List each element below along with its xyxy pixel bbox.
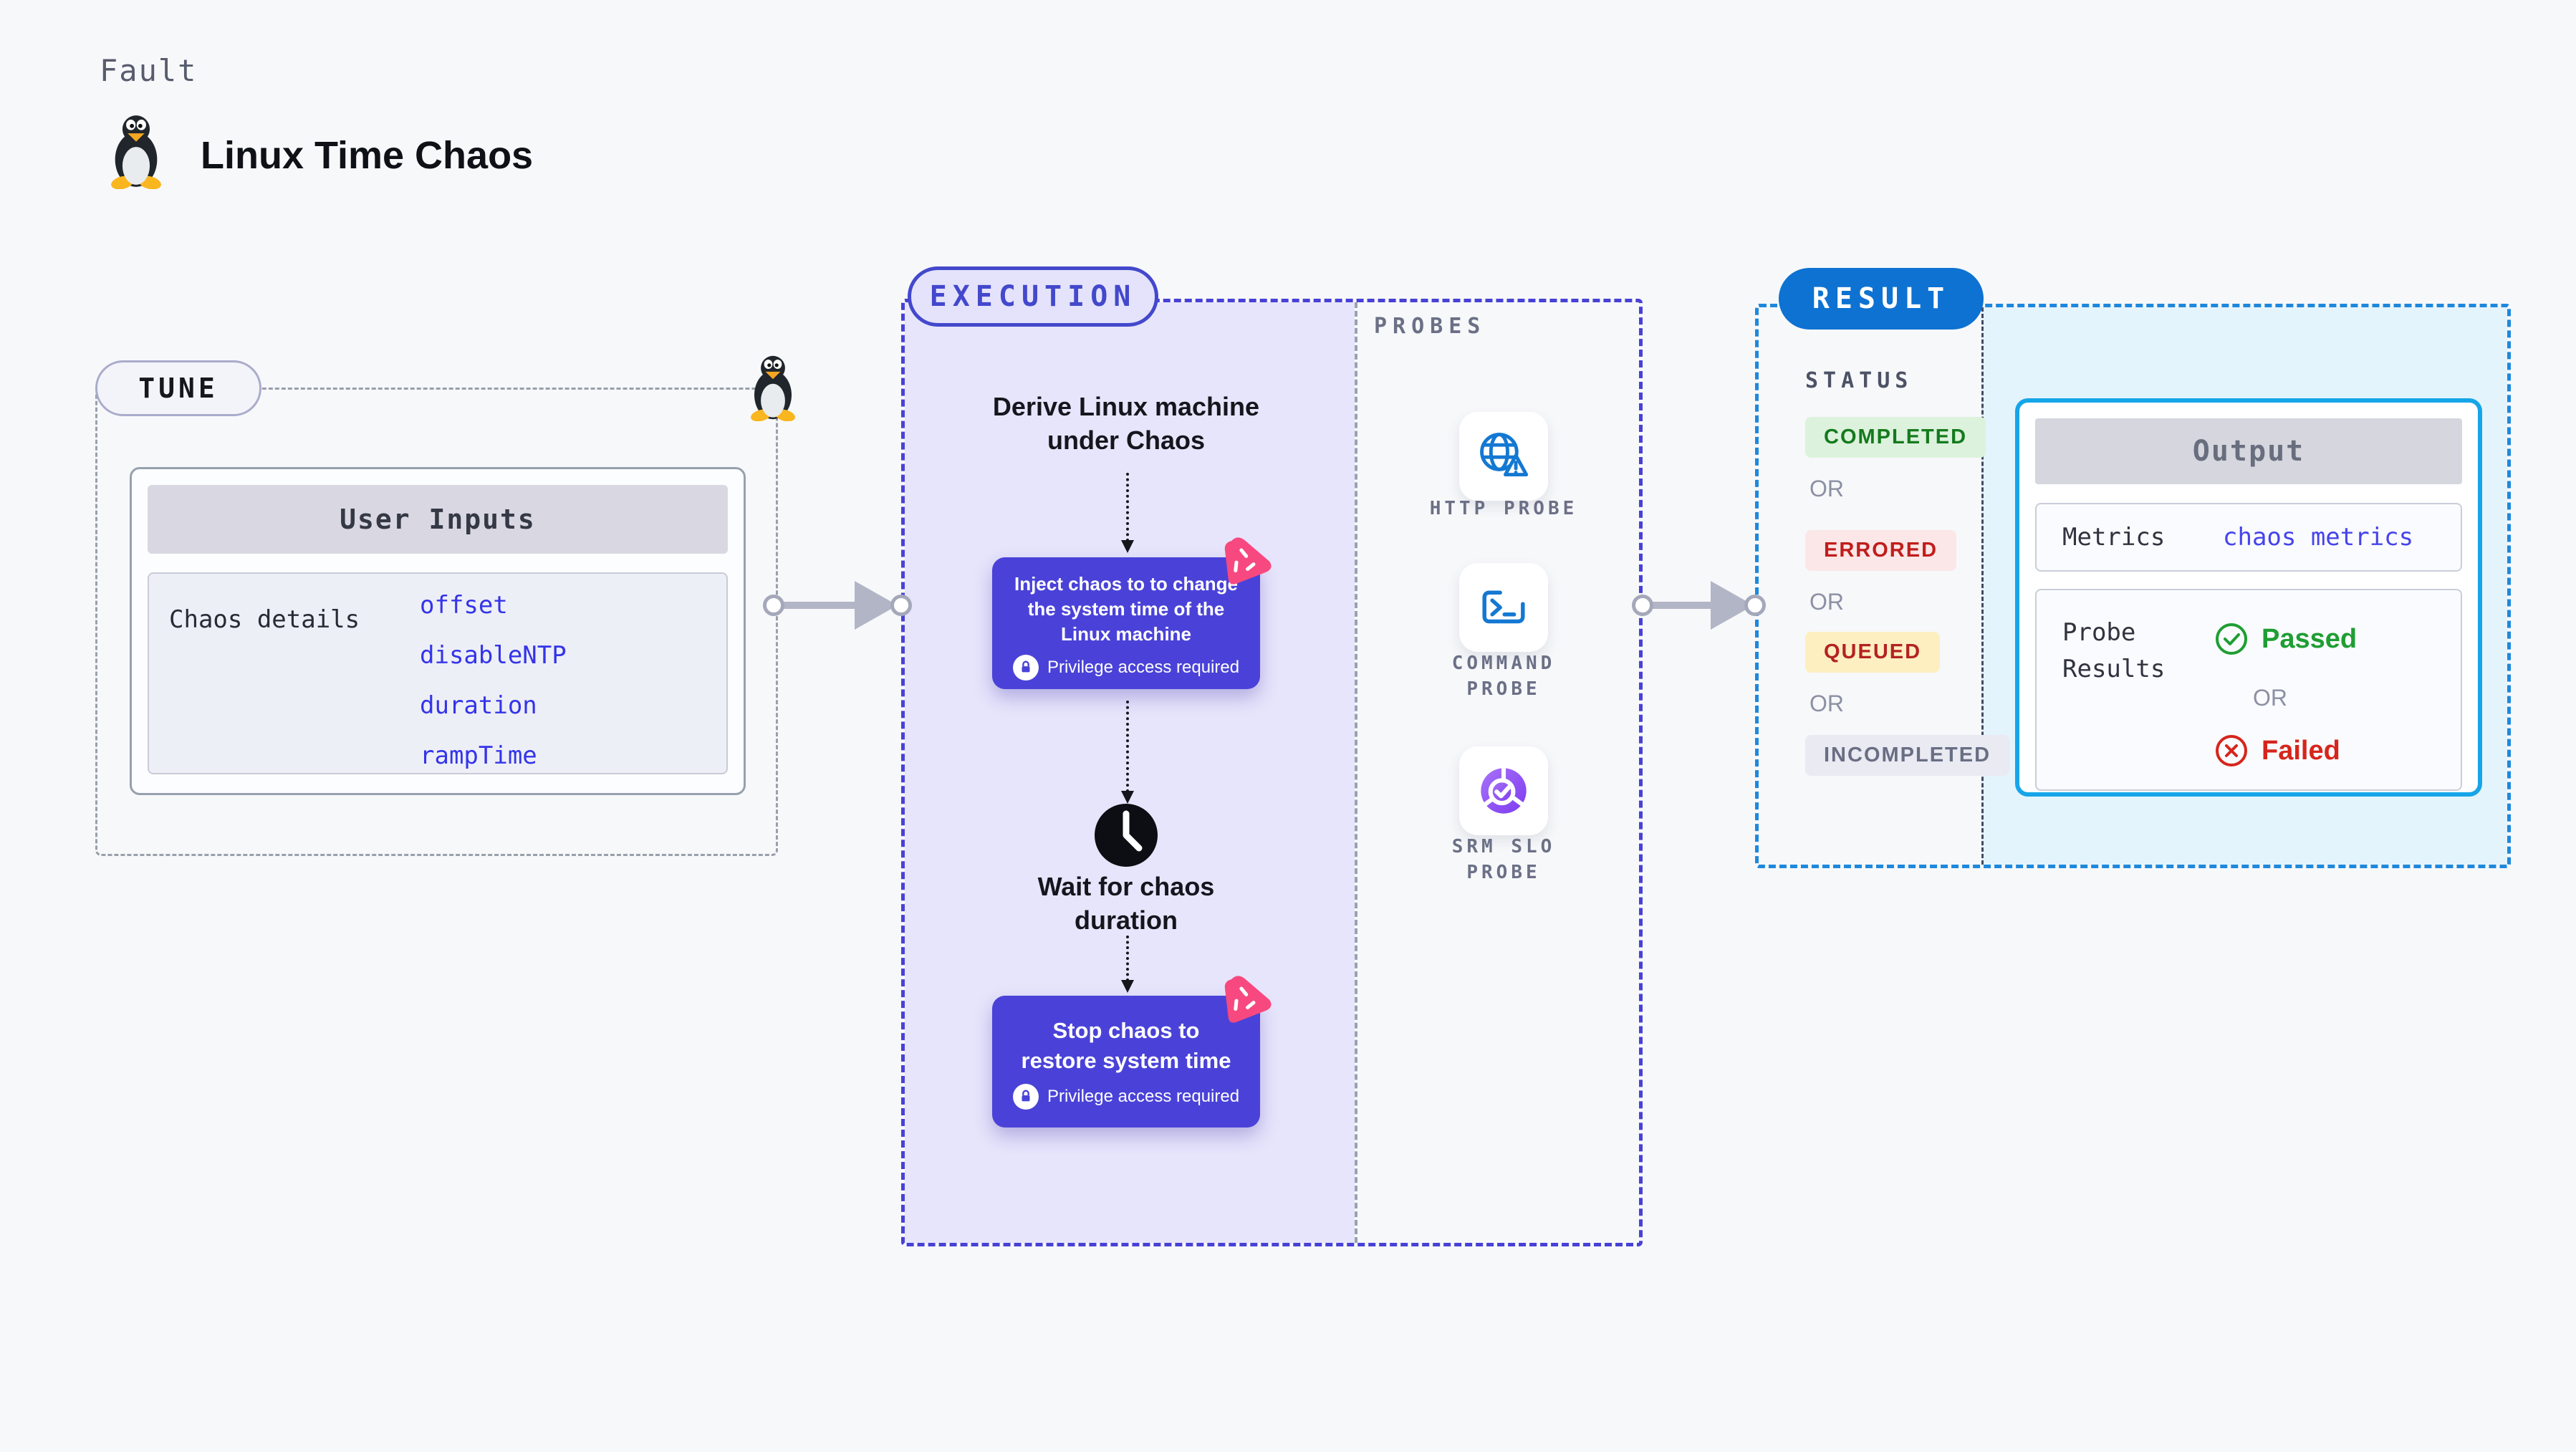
tux-penguin-icon	[105, 113, 168, 190]
or-label: OR	[1810, 691, 1844, 716]
privilege-label: Privilege access required	[1047, 658, 1240, 678]
flow-arrow-down-icon	[1121, 936, 1134, 993]
page-title: Linux Time Chaos	[201, 134, 534, 177]
status-heading: STATUS	[1805, 368, 1913, 393]
or-label: OR	[1810, 476, 1844, 501]
status-badge-completed: COMPLETED	[1805, 417, 1986, 458]
http-probe-card	[1459, 412, 1548, 501]
privilege-label: Privilege access required	[1047, 1087, 1240, 1107]
lock-icon	[1012, 655, 1039, 681]
command-probe-card	[1459, 563, 1548, 652]
passed-label: Passed	[2262, 623, 2358, 654]
metrics-value: chaos metrics	[2223, 523, 2414, 552]
connector-end-circle	[890, 595, 912, 616]
wait-step-label: Wait for chaos duration	[1037, 872, 1215, 935]
metrics-label: Metrics	[2062, 523, 2166, 552]
fault-kicker: Fault	[100, 53, 198, 88]
slo-pie-check-icon	[1481, 768, 1527, 814]
chaos-pink-icon	[1215, 973, 1279, 1033]
probe-results-row: Probe Results Passed OR Failed	[2035, 589, 2462, 791]
derive-step-label: Derive Linux machine under Chaos	[992, 392, 1260, 455]
param-duration: duration	[420, 691, 537, 720]
output-card: Output Metrics chaos metrics Probe Resul…	[2015, 398, 2482, 797]
flow-arrow-down-icon	[1121, 701, 1134, 804]
privilege-row: Privilege access required	[992, 655, 1260, 681]
connector-start-circle	[1632, 595, 1653, 616]
chaos-details-label: Chaos details	[169, 605, 360, 634]
status-badge-errored: ERRORED	[1805, 530, 1957, 571]
fault-diagram: Fault Linux Time Chaos TUNE User Inputs …	[0, 0, 2576, 1452]
command-probe-label: COMMAND PROBE	[1451, 653, 1556, 701]
failed-result: Failed	[2214, 734, 2340, 768]
srm-slo-probe-card	[1459, 746, 1548, 835]
param-ramptime: rampTime	[420, 741, 537, 770]
metrics-row: Metrics chaos metrics	[2035, 503, 2462, 572]
tune-pill: TUNE	[95, 360, 261, 416]
user-inputs-card: User Inputs Chaos details offset disable…	[130, 467, 746, 795]
status-badge-queued: QUEUED	[1805, 632, 1941, 673]
flow-arrow-down-icon	[1121, 473, 1134, 553]
connector-end-circle	[1744, 595, 1766, 616]
result-pill: RESULT	[1779, 268, 1984, 330]
or-label: OR	[2253, 685, 2287, 711]
x-circle-icon	[2216, 735, 2247, 766]
clock-icon	[1093, 802, 1159, 868]
connector-line	[1643, 602, 1714, 609]
privilege-row: Privilege access required	[992, 1084, 1260, 1110]
status-badge-incompleted: INCOMPLETED	[1805, 735, 2010, 776]
tux-penguin-small-icon	[745, 354, 801, 422]
chaos-params-list: offset disableNTP duration rampTime	[420, 591, 567, 770]
globe-warning-icon	[1480, 433, 1529, 477]
chaos-pink-icon	[1215, 534, 1279, 595]
terminal-icon	[1482, 590, 1525, 624]
param-offset: offset	[420, 591, 508, 620]
probes-heading: PROBES	[1374, 314, 1486, 339]
param-disablentp: disableNTP	[420, 641, 567, 670]
connector-start-circle	[763, 595, 784, 616]
check-circle-icon	[2216, 623, 2247, 655]
failed-label: Failed	[2262, 735, 2340, 766]
connector-line	[774, 602, 860, 609]
probe-results-label: Probe Results	[2062, 618, 2166, 683]
execution-pill: EXECUTION	[908, 266, 1158, 327]
passed-result: Passed	[2214, 622, 2357, 656]
srm-slo-probe-label: SRM SLO PROBE	[1451, 836, 1556, 884]
lock-icon	[1012, 1084, 1039, 1110]
http-probe-label: HTTP PROBE	[1429, 498, 1578, 519]
or-label: OR	[1810, 589, 1844, 615]
output-title: Output	[2035, 418, 2462, 484]
user-inputs-title: User Inputs	[148, 485, 728, 554]
user-inputs-body: Chaos details offset disableNTP duration…	[148, 572, 728, 774]
